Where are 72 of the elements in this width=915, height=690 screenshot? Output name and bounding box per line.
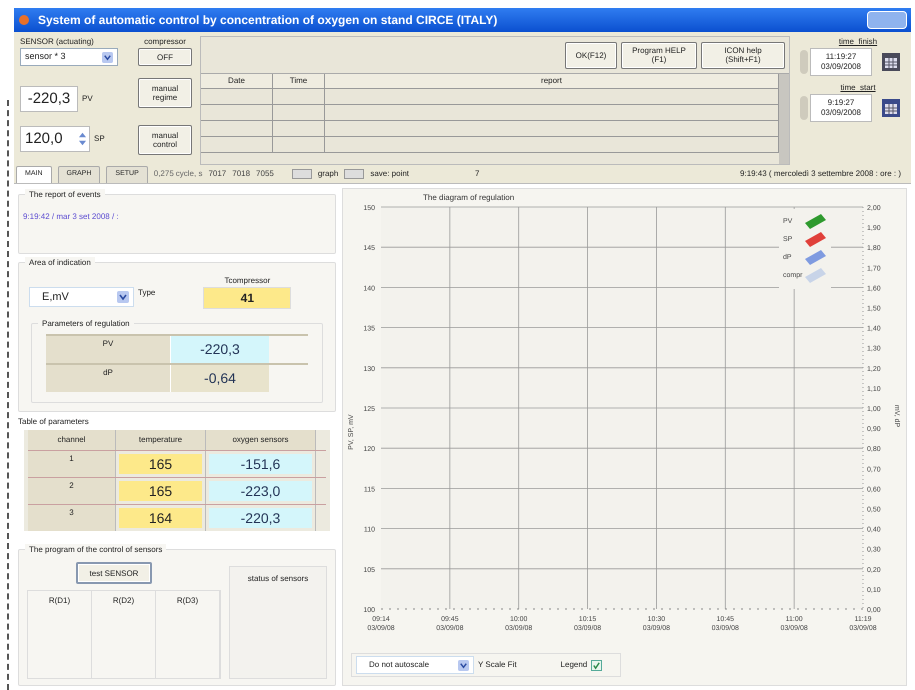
graph-label: graph xyxy=(318,168,338,180)
window-control-button[interactable] xyxy=(867,11,907,29)
autoscale-dropdown[interactable]: Do not autoscale xyxy=(356,656,474,674)
parameter-label: PV xyxy=(46,336,171,363)
parameter-value: -0,64 xyxy=(171,365,269,392)
table-cell: 165 xyxy=(119,454,202,474)
legend-label: Legend xyxy=(560,659,588,671)
time-field[interactable]: 11:19:27 03/09/2008 xyxy=(810,48,872,76)
tcompressor-value: 41 xyxy=(203,287,292,309)
type-dropdown[interactable]: E,mV xyxy=(29,287,134,307)
pv-label: PV xyxy=(82,93,93,105)
point-value: 7 xyxy=(475,168,480,180)
dropdown-caret-icon xyxy=(102,52,113,62)
time-label: time_start xyxy=(840,82,876,94)
column-header: report xyxy=(541,75,562,87)
pv-display: -220,3 xyxy=(20,86,78,112)
column-header: R(D2) xyxy=(112,595,134,607)
cycle-label: cycle, s xyxy=(176,168,202,180)
code-value: 7018 xyxy=(232,168,250,180)
compressor-button[interactable]: OFF xyxy=(138,48,192,66)
dropdown-caret-icon xyxy=(458,660,469,670)
cycle-value: 0,275 xyxy=(154,168,174,180)
compressor-label: compressor xyxy=(144,36,186,48)
app-icon xyxy=(18,14,30,26)
column-header: R(D1) xyxy=(48,595,70,607)
group-title: The program of the control of sensors xyxy=(25,544,166,556)
column-header: R(D3) xyxy=(176,595,198,607)
table-cell: -220,3 xyxy=(209,508,312,528)
parameter-value: -220,3 xyxy=(171,336,269,363)
manual-control-button[interactable]: manual control xyxy=(138,125,192,155)
group-title: Parameters of regulation xyxy=(38,318,134,330)
column-header: Time xyxy=(290,75,308,87)
help-button[interactable]: Program HELP (F1) xyxy=(621,42,697,68)
code-value: 7017 xyxy=(208,168,226,180)
column-header: temperature xyxy=(116,430,206,450)
calendar-icon xyxy=(882,53,900,71)
sensor-label: SENSOR (actuating) xyxy=(20,36,95,48)
datetime-text: 9:19:43 ( mercoledì 3 settembre 2008 : ore : ) xyxy=(740,168,901,180)
time-label: time_finish xyxy=(838,36,878,48)
sp-input[interactable]: 120,0 xyxy=(20,126,90,152)
table-cell: 165 xyxy=(119,481,202,501)
event-text: 9:19:42 / mar 3 set 2008 / : xyxy=(23,212,119,221)
status-label: status of sensors xyxy=(248,573,308,585)
legend-checkbox[interactable] xyxy=(591,660,602,670)
column-header: channel xyxy=(28,430,116,450)
scale-fit-label: Y Scale Fit xyxy=(478,659,517,671)
table-cell: 164 xyxy=(119,508,202,528)
column-header: Date xyxy=(228,75,245,87)
time-field[interactable]: 9:19:27 03/09/2008 xyxy=(810,94,872,122)
dropdown-caret-icon xyxy=(117,291,129,303)
help-button[interactable]: ICON help (Shift+F1) xyxy=(701,42,785,68)
help-button[interactable]: OK(F12) xyxy=(565,42,617,68)
test-sensor-button[interactable]: test SENSOR xyxy=(76,562,152,584)
type-label: Type xyxy=(138,287,156,299)
table-cell: -223,0 xyxy=(209,481,312,501)
save-label: save: point xyxy=(370,168,410,180)
column-header: oxygen sensors xyxy=(206,430,316,450)
table-title: Table of parameters xyxy=(18,416,90,428)
graph-indicator xyxy=(292,169,312,179)
manual-regime-button[interactable]: manual regime xyxy=(138,78,192,108)
chart-title: The diagram of regulation xyxy=(423,193,514,202)
save-indicator xyxy=(344,169,364,179)
table-cell: -151,6 xyxy=(209,454,312,474)
calendar-icon xyxy=(882,99,900,117)
code-value: 7055 xyxy=(256,168,274,180)
tcompressor-label: Tcompressor xyxy=(224,275,270,287)
group-title: The report of events xyxy=(25,189,105,201)
sensor-dropdown[interactable]: sensor * 3 xyxy=(20,48,118,66)
sp-label: SP xyxy=(94,133,105,145)
check-icon xyxy=(592,660,602,670)
window-title: System of automatic control by concentration of oxygen on stand CIRCE (ITALY) xyxy=(38,12,498,29)
parameter-label: dP xyxy=(46,365,171,392)
